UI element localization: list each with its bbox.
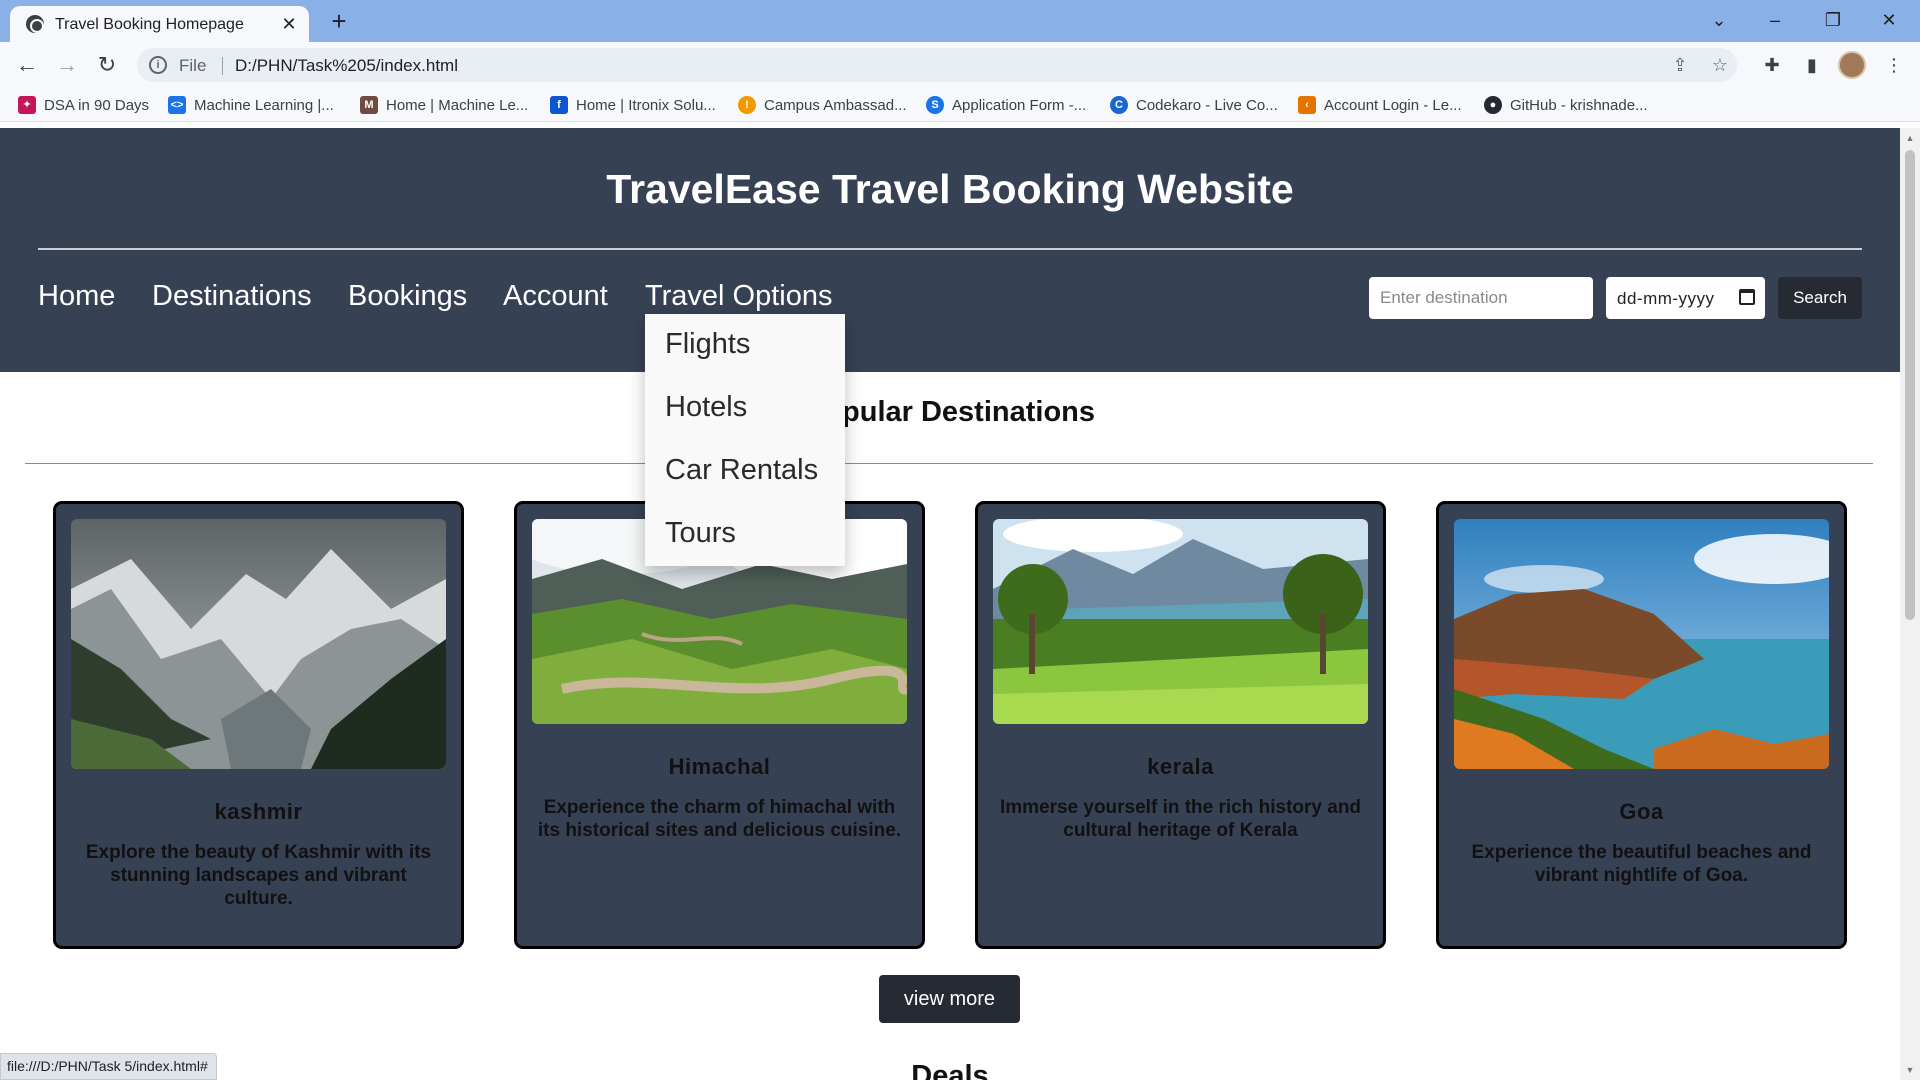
bookmark-favicon-icon: <>: [168, 96, 186, 114]
bookmark-label: Account Login - Le...: [1324, 96, 1462, 114]
github-icon: ●: [1484, 96, 1502, 114]
url-separator: [222, 57, 223, 75]
extensions-icon[interactable]: ✚: [1758, 51, 1786, 79]
destination-card[interactable]: Himachal Experience the charm of himacha…: [514, 501, 925, 949]
bookmark-item[interactable]: ! Campus Ambassad...: [738, 94, 907, 116]
destination-input[interactable]: [1369, 277, 1593, 319]
bookmark-favicon-icon: C: [1110, 96, 1128, 114]
card-name: Himachal: [668, 754, 771, 779]
bookmark-item[interactable]: ‹ Account Login - Le...: [1298, 94, 1462, 116]
section-divider: [25, 463, 1873, 464]
bookmarks-bar: ✦ DSA in 90 Days <> Machine Learning |..…: [0, 88, 1920, 122]
card-name: kashmir: [214, 799, 303, 824]
window-close-icon[interactable]: ✕: [1866, 4, 1912, 36]
new-tab-button[interactable]: +: [325, 7, 353, 35]
browser-tab[interactable]: Travel Booking Homepage ✕: [10, 6, 309, 42]
globe-icon: [26, 15, 44, 33]
bookmark-label: GitHub - krishnade...: [1510, 96, 1648, 114]
close-tab-icon[interactable]: ✕: [277, 12, 301, 36]
bookmark-star-icon[interactable]: ☆: [1708, 53, 1732, 77]
menu-kebab-icon[interactable]: ⋮: [1880, 51, 1908, 79]
nav-account[interactable]: Account: [503, 280, 608, 313]
bookmark-favicon-icon: !: [738, 96, 756, 114]
url-scheme: File: [179, 56, 207, 75]
bookmark-label: Campus Ambassad...: [764, 96, 907, 114]
header-divider: [38, 248, 1862, 250]
section-title: Popular Destinations: [804, 396, 1096, 428]
minimize-icon[interactable]: –: [1752, 4, 1798, 36]
status-url-bubble: file:///D:/PHN/Task 5/index.html#: [0, 1053, 217, 1080]
bookmark-label: Application Form -...: [952, 96, 1087, 114]
bookmark-label: DSA in 90 Days: [44, 96, 150, 114]
profile-avatar[interactable]: [1838, 51, 1866, 79]
destination-card[interactable]: Goa Experience the beautiful beaches and…: [1436, 501, 1847, 949]
bookmark-item[interactable]: S Application Form -...: [926, 94, 1086, 116]
travel-options-dropdown: Flights Hotels Car Rentals Tours: [645, 314, 845, 566]
bookmark-item[interactable]: ✦ DSA in 90 Days: [18, 94, 149, 116]
bookmark-label: Home | Machine Le...: [386, 96, 529, 114]
page-scrollbar[interactable]: ▲ ▼: [1900, 128, 1920, 1080]
nav-bookings[interactable]: Bookings: [348, 280, 467, 313]
browser-toolbar: ← → ↻ i File D:/PHN/Task%205/index.html …: [0, 42, 1920, 88]
calendar-icon[interactable]: [1739, 289, 1755, 305]
page-viewport: TravelEase Travel Booking Website Home D…: [0, 128, 1900, 1080]
forward-icon[interactable]: →: [51, 49, 83, 81]
site-title: TravelEase Travel Booking Website: [606, 166, 1294, 212]
side-panel-icon[interactable]: ▮: [1798, 51, 1826, 79]
destination-card[interactable]: kashmir Explore the beauty of Kashmir wi…: [53, 501, 464, 949]
bookmark-item[interactable]: f Home | Itronix Solu...: [550, 94, 716, 116]
bookmark-favicon-icon: ‹: [1298, 96, 1316, 114]
nav-travel-options[interactable]: Travel Options: [645, 280, 833, 313]
card-description: Immerse yourself in the rich history and…: [999, 797, 1362, 841]
bookmark-item[interactable]: M Home | Machine Le...: [360, 94, 528, 116]
address-bar[interactable]: i File D:/PHN/Task%205/index.html ⇪ ☆: [137, 48, 1737, 82]
nav-destinations[interactable]: Destinations: [152, 280, 312, 313]
bookmark-label: Machine Learning |...: [194, 96, 334, 114]
bookmark-label: Home | Itronix Solu...: [576, 96, 716, 114]
nav-home[interactable]: Home: [38, 280, 115, 313]
bookmark-label: Codekaro - Live Co...: [1136, 96, 1278, 114]
reload-icon[interactable]: ↻: [91, 49, 123, 81]
bookmark-item[interactable]: <> Machine Learning |...: [168, 94, 334, 116]
dropdown-item-hotels[interactable]: Hotels: [665, 391, 747, 424]
share-icon[interactable]: ⇪: [1668, 53, 1692, 77]
kerala-image: [993, 519, 1368, 724]
scroll-down-arrow-icon[interactable]: ▼: [1904, 1064, 1916, 1076]
site-header: TravelEase Travel Booking Website Home D…: [0, 128, 1900, 372]
bookmark-favicon-icon: f: [550, 96, 568, 114]
card-name: kerala: [1147, 754, 1214, 779]
info-icon[interactable]: i: [149, 56, 167, 74]
browser-tab-strip: Travel Booking Homepage ✕ + ⌄ – ❐ ✕: [0, 0, 1920, 42]
card-description: Experience the charm of himachal with it…: [537, 797, 902, 841]
search-button[interactable]: Search: [1778, 277, 1862, 319]
tab-title: Travel Booking Homepage: [55, 16, 244, 33]
scrollbar-thumb[interactable]: [1905, 150, 1915, 620]
bookmark-item[interactable]: ● GitHub - krishnade...: [1484, 94, 1648, 116]
card-description: Explore the beauty of Kashmir with its s…: [85, 842, 432, 909]
bookmark-item[interactable]: C Codekaro - Live Co...: [1110, 94, 1278, 116]
bookmark-favicon-icon: M: [360, 96, 378, 114]
card-name: Goa: [1619, 799, 1664, 824]
goa-image: [1454, 519, 1829, 769]
card-description: Experience the beautiful beaches and vib…: [1471, 842, 1812, 886]
date-input[interactable]: dd-mm-yyyy: [1606, 277, 1765, 319]
tab-search-icon[interactable]: ⌄: [1696, 4, 1742, 36]
date-placeholder: dd-mm-yyyy: [1617, 289, 1715, 308]
dropdown-item-tours[interactable]: Tours: [665, 517, 736, 550]
view-more-button[interactable]: view more: [879, 975, 1020, 1023]
restore-icon[interactable]: ❐: [1810, 4, 1856, 36]
dropdown-item-car-rentals[interactable]: Car Rentals: [665, 454, 818, 487]
url-text[interactable]: D:/PHN/Task%205/index.html: [235, 56, 458, 76]
deals-title: Deals: [911, 1060, 989, 1080]
bookmark-favicon-icon: S: [926, 96, 944, 114]
back-icon[interactable]: ←: [11, 49, 43, 81]
destination-card[interactable]: kerala Immerse yourself in the rich hist…: [975, 501, 1386, 949]
dropdown-item-flights[interactable]: Flights: [665, 328, 750, 361]
bookmark-favicon-icon: ✦: [18, 96, 36, 114]
kashmir-image: [71, 519, 446, 769]
scroll-up-arrow-icon[interactable]: ▲: [1904, 132, 1916, 144]
